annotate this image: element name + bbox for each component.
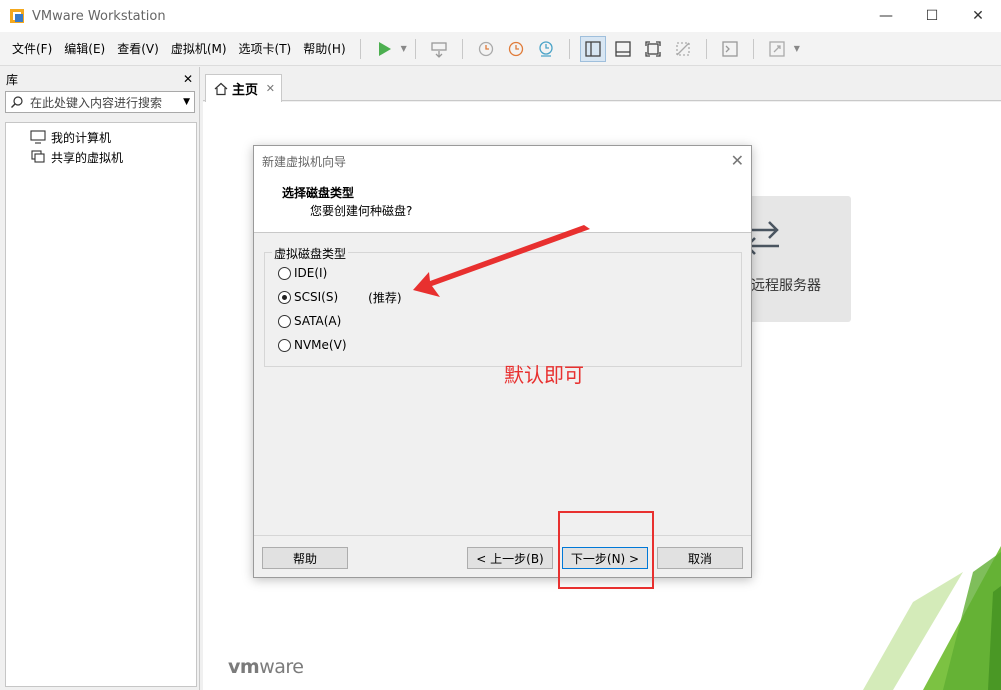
- connect-remote-server-card[interactable]: 远程服务器: [743, 196, 851, 322]
- menu-tabs[interactable]: 选项卡(T): [233, 40, 298, 57]
- annotation-highlight-box: [558, 511, 654, 589]
- maximize-button[interactable]: ☐: [909, 0, 955, 32]
- menu-bar: 文件(F) 编辑(E) 查看(V) 虚拟机(M) 选项卡(T) 帮助(H) ▼ …: [0, 32, 1001, 66]
- clock-icon: [478, 41, 493, 56]
- back-button[interactable]: < 上一步(B): [467, 547, 553, 569]
- vmware-logo: vmware: [228, 656, 304, 678]
- menu-vm[interactable]: 虚拟机(M): [165, 40, 233, 57]
- search-dropdown-icon[interactable]: ▼: [183, 97, 190, 107]
- radio-label: NVMe(V): [294, 338, 347, 352]
- stretch-guest-button[interactable]: [764, 36, 790, 62]
- radio-button[interactable]: [278, 314, 291, 328]
- bottom-panel-icon: [615, 40, 631, 57]
- tree-item-label: 共享的虚拟机: [51, 150, 124, 165]
- window-title: VMware Workstation: [32, 8, 166, 24]
- radio-label: SCSI(S): [294, 290, 339, 304]
- chevron-down-icon[interactable]: ▼: [401, 44, 407, 53]
- library-title: 库: [6, 72, 19, 87]
- terminal-icon: [722, 40, 738, 57]
- dialog-heading: 选择磁盘类型: [282, 186, 355, 200]
- radio-option-nvme[interactable]: NVMe(V): [278, 336, 347, 354]
- send-ctrl-alt-del-button[interactable]: [426, 36, 452, 62]
- menu-file[interactable]: 文件(F): [6, 40, 58, 57]
- tab-home[interactable]: 主页 ✕: [205, 74, 282, 102]
- dialog-subheading: 您要创建何种磁盘?: [310, 204, 413, 218]
- sidebar-layout-icon: [585, 40, 601, 57]
- unity-button[interactable]: [670, 36, 696, 62]
- cancel-button[interactable]: 取消: [657, 547, 743, 569]
- revert-clock-icon: [508, 41, 523, 56]
- radio-option-sata[interactable]: SATA(A): [278, 312, 341, 330]
- search-placeholder: 在此处键入内容进行搜索: [30, 95, 163, 110]
- toolbar-separator: [705, 38, 707, 59]
- tree-item-my-computer[interactable]: 我的计算机: [6, 127, 196, 147]
- radio-option-scsi[interactable]: SCSI(S) (推荐): [278, 288, 402, 306]
- toolbar-separator: [568, 38, 570, 59]
- chevron-down-icon[interactable]: ▼: [794, 44, 800, 53]
- expand-icon: [769, 40, 785, 57]
- menu-view[interactable]: 查看(V): [111, 40, 165, 57]
- remote-server-label: 远程服务器: [751, 278, 821, 294]
- new-vm-wizard-dialog: 新建虚拟机向导 ✕ 选择磁盘类型 您要创建何种磁盘? 虚拟磁盘类型 IDE(I)…: [253, 145, 752, 578]
- revert-snapshot-button[interactable]: [503, 36, 529, 62]
- dialog-close-button[interactable]: ✕: [731, 151, 744, 170]
- radio-label: IDE(I): [294, 266, 328, 280]
- toolbar-separator: [414, 38, 416, 59]
- dialog-header: 新建虚拟机向导 ✕ 选择磁盘类型 您要创建何种磁盘?: [254, 146, 751, 233]
- library-close-button[interactable]: ✕: [183, 72, 193, 86]
- power-on-button[interactable]: [371, 36, 397, 62]
- dialog-separator: [254, 535, 751, 536]
- vmware-green-decoration: [863, 546, 1001, 690]
- minimize-button[interactable]: —: [863, 0, 909, 32]
- title-bar: VMware Workstation — ☐ ✕: [0, 0, 1001, 32]
- close-window-button[interactable]: ✕: [955, 0, 1001, 32]
- tab-home-label: 主页: [232, 83, 259, 98]
- console-view-button[interactable]: [717, 36, 743, 62]
- dialog-title: 新建虚拟机向导: [262, 155, 347, 169]
- radio-button-selected[interactable]: [278, 290, 291, 304]
- play-icon: [378, 41, 391, 56]
- tree-item-label: 我的计算机: [51, 130, 112, 145]
- menu-edit[interactable]: 编辑(E): [58, 40, 111, 57]
- fullscreen-icon: [645, 40, 661, 57]
- group-label: 虚拟磁盘类型: [272, 245, 349, 262]
- search-icon: [11, 96, 23, 108]
- keyboard-icon: [431, 41, 447, 58]
- snapshot-button[interactable]: [473, 36, 499, 62]
- toolbar-separator: [359, 38, 361, 59]
- radio-label: SATA(A): [294, 314, 342, 328]
- tab-close-button[interactable]: ✕: [266, 82, 275, 95]
- library-tree: 我的计算机 共享的虚拟机: [5, 122, 197, 687]
- manage-clock-icon: [539, 40, 553, 57]
- annotation-text: 默认即可: [504, 363, 584, 387]
- radio-button[interactable]: [278, 266, 291, 280]
- show-library-button[interactable]: [579, 35, 606, 62]
- toolbar-separator: [752, 38, 754, 59]
- tree-item-shared-vms[interactable]: 共享的虚拟机: [6, 147, 196, 167]
- recommended-note: (推荐): [368, 290, 402, 305]
- full-screen-button[interactable]: [640, 36, 666, 62]
- computer-icon: [30, 130, 46, 144]
- radio-button[interactable]: [278, 338, 291, 352]
- thumbnail-bar-button[interactable]: [610, 36, 636, 62]
- vmware-app-icon: [9, 8, 25, 24]
- disk-type-group: 虚拟磁盘类型 IDE(I) SCSI(S) (推荐) SATA(A) NVMe(…: [264, 245, 742, 367]
- toolbar-separator: [461, 38, 463, 59]
- menu-help[interactable]: 帮助(H): [297, 40, 351, 57]
- tab-strip: 主页 ✕: [203, 67, 1001, 102]
- library-search-input[interactable]: 在此处键入内容进行搜索 ▼: [5, 91, 195, 113]
- snapshot-manager-button[interactable]: [533, 36, 559, 62]
- unity-icon: [676, 41, 690, 56]
- library-panel: 库 ✕ 在此处键入内容进行搜索 ▼ 我的计算机 共享的虚拟机: [0, 67, 200, 690]
- help-button[interactable]: 帮助: [262, 547, 348, 569]
- home-icon: [214, 82, 228, 95]
- radio-option-ide[interactable]: IDE(I): [278, 264, 327, 282]
- shared-vm-icon: [31, 150, 45, 163]
